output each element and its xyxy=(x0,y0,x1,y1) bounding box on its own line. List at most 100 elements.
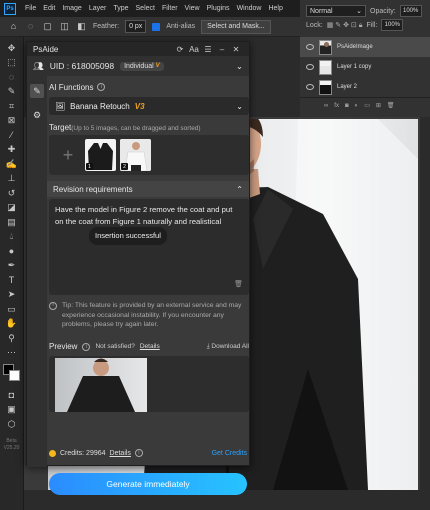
revision-text: Have the model in Figure 2 remove the co… xyxy=(55,205,233,226)
quick-mask-icon[interactable]: ◘ xyxy=(4,388,20,403)
lasso-tool-icon[interactable]: ◌ xyxy=(4,70,20,85)
ai-functions-header: AI Functions i xyxy=(49,80,249,94)
marquee-tool-icon[interactable]: ⬚ xyxy=(4,56,20,71)
menu-select[interactable]: Select xyxy=(136,5,155,12)
antialias-checkbox[interactable] xyxy=(152,22,161,31)
trash-icon[interactable]: 🗑︎ xyxy=(234,279,243,291)
new-layer-icon[interactable]: ⊞ xyxy=(376,102,381,109)
type-tool-icon[interactable]: T xyxy=(4,273,20,288)
zoom-tool-icon[interactable]: ⚲ xyxy=(4,331,20,346)
quick-select-tool-icon[interactable]: ✎ xyxy=(4,85,20,100)
photoshop-logo-icon: Ps xyxy=(4,2,16,15)
menu-help[interactable]: Help xyxy=(268,5,282,12)
menu-edit[interactable]: Edit xyxy=(43,5,55,12)
menu-layer[interactable]: Layer xyxy=(89,5,107,12)
pen-tool-icon[interactable]: ✒ xyxy=(4,259,20,274)
more-tools-icon[interactable]: ⋯ xyxy=(4,346,20,361)
select-and-mask-button[interactable]: Select and Mask... xyxy=(201,19,271,34)
function-select[interactable]: 🖼︎ Banana Retouch V3 ⌄ xyxy=(49,97,249,115)
layer-row[interactable]: Layer 1 copy xyxy=(300,57,430,77)
settings-gear-icon[interactable]: ⚙ xyxy=(30,108,44,122)
screen-mode-icon[interactable]: ▣ xyxy=(4,403,20,418)
menu-file[interactable]: File xyxy=(25,5,36,12)
blend-mode-select[interactable]: Normal ⌄ xyxy=(306,5,366,17)
revision-header[interactable]: Revision requirements ⌃ xyxy=(47,181,249,197)
menu-window[interactable]: Window xyxy=(237,5,262,12)
link-icon[interactable]: ∞ xyxy=(324,103,328,109)
credits-details-link[interactable]: Details xyxy=(110,450,131,457)
stamp-tool-icon[interactable]: ⊥ xyxy=(4,172,20,187)
eraser-tool-icon[interactable]: ◪ xyxy=(4,201,20,216)
fx-icon[interactable]: fx xyxy=(334,103,339,109)
visibility-eye-icon[interactable] xyxy=(306,44,314,50)
rectangle-tool-icon[interactable]: ▭ xyxy=(4,302,20,317)
mask-icon[interactable]: ◙ xyxy=(345,103,349,109)
lock-icons[interactable]: ▦ ✎ ✥ ⊡ 🔒︎ xyxy=(327,21,363,30)
visibility-eye-icon[interactable] xyxy=(306,64,314,70)
minimize-icon[interactable]: – xyxy=(215,45,229,54)
menu-plugins[interactable]: Plugins xyxy=(207,5,230,12)
chevron-down-icon: ⌄ xyxy=(356,8,362,15)
refresh-icon[interactable]: ⟳ xyxy=(173,45,187,54)
hand-tool-icon[interactable]: ✋ xyxy=(4,317,20,332)
get-credits-link[interactable]: Get Credits xyxy=(212,450,247,457)
preview-details-link[interactable]: Details xyxy=(140,343,160,350)
edit-pen-icon[interactable]: ✎ xyxy=(30,84,44,98)
font-size-icon[interactable]: Aa xyxy=(187,45,201,54)
eyedropper-tool-icon[interactable]: ⁄ xyxy=(4,128,20,143)
menu-icon[interactable]: ☰ xyxy=(201,45,215,54)
layer-name[interactable]: Layer 1 copy xyxy=(337,64,371,70)
path-select-tool-icon[interactable]: ➤ xyxy=(4,288,20,303)
frame-tool-icon[interactable]: ⊠ xyxy=(4,114,20,129)
layer-name[interactable]: PsAideImage xyxy=(337,44,373,50)
healing-tool-icon[interactable]: ✚ xyxy=(4,143,20,158)
revision-textarea[interactable]: Have the model in Figure 2 remove the co… xyxy=(49,199,249,295)
lasso-icon[interactable]: ◌ xyxy=(25,21,36,32)
menu-view[interactable]: View xyxy=(185,5,200,12)
chevron-up-icon[interactable]: ⌃ xyxy=(236,185,243,194)
menu-filter[interactable]: Filter xyxy=(162,5,178,12)
opacity-input[interactable]: 100% xyxy=(399,5,422,17)
visibility-eye-icon[interactable] xyxy=(306,84,314,90)
history-brush-tool-icon[interactable]: ↺ xyxy=(4,186,20,201)
version-text: V25.20 xyxy=(3,444,20,451)
group-icon[interactable]: ▭ xyxy=(364,102,370,109)
chevron-down-icon[interactable]: ⌄ xyxy=(236,61,243,72)
download-all-button[interactable]: ⤓ Download All xyxy=(207,343,249,351)
feather-input[interactable]: 0 px xyxy=(125,20,147,33)
add-selection-icon[interactable]: ◫ xyxy=(59,21,70,32)
new-selection-icon[interactable]: ▢ xyxy=(42,21,53,32)
preview-image[interactable] xyxy=(55,357,147,412)
coin-icon xyxy=(49,449,56,457)
layer-name[interactable]: Layer 2 xyxy=(337,84,357,90)
adjustment-icon[interactable]: ◐ xyxy=(355,103,359,109)
target-image-2[interactable]: 2 xyxy=(120,139,151,171)
generate-button[interactable]: Generate immediately xyxy=(49,473,247,495)
lock-label: Lock: xyxy=(306,21,323,29)
subtract-selection-icon[interactable]: ◧ xyxy=(76,21,87,32)
add-image-button[interactable]: + xyxy=(55,140,81,170)
info-icon[interactable]: i xyxy=(97,83,106,91)
dodge-tool-icon[interactable]: ● xyxy=(4,244,20,259)
background-color[interactable] xyxy=(8,370,20,381)
crop-tool-icon[interactable]: ⌗ xyxy=(4,99,20,114)
close-icon[interactable]: ✕ xyxy=(229,45,243,54)
delete-layer-icon[interactable]: 🗑︎ xyxy=(387,102,395,109)
target-image-1[interactable]: 1 xyxy=(85,139,116,171)
color-swatches[interactable] xyxy=(2,364,21,382)
info-icon[interactable]: i xyxy=(82,342,91,351)
brush-tool-icon[interactable]: ✍ xyxy=(4,157,20,172)
plugin-icon[interactable]: ⬡ xyxy=(4,417,20,432)
blur-tool-icon[interactable]: 💧︎ xyxy=(4,230,20,245)
layer-thumbnail xyxy=(319,39,332,55)
layer-row[interactable]: PsAideImage xyxy=(300,37,430,57)
fill-input[interactable]: 100% xyxy=(381,19,404,31)
layer-row[interactable]: Layer 2 xyxy=(300,77,430,97)
move-tool-icon[interactable]: ✥ xyxy=(4,41,20,56)
menu-type[interactable]: Type xyxy=(113,5,128,12)
home-icon[interactable]: ⌂ xyxy=(8,21,19,32)
account-type-badge[interactable]: Individual V xyxy=(120,61,164,71)
info-icon[interactable]: i xyxy=(134,449,143,457)
menu-image[interactable]: Image xyxy=(62,5,81,12)
gradient-tool-icon[interactable]: ▤ xyxy=(4,215,20,230)
